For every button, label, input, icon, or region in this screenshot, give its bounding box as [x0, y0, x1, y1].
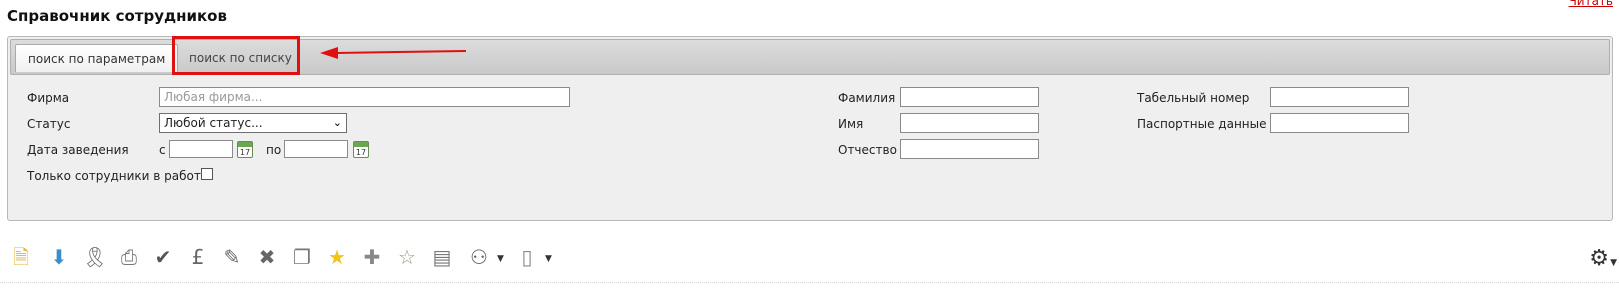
corner-link[interactable]: Читать [1569, 0, 1613, 8]
chevron-down-icon[interactable]: ▼ [1610, 258, 1617, 268]
chevron-down-icon: ⌄ [332, 116, 342, 129]
gear-icon[interactable]: ⚙ [1589, 246, 1609, 271]
first-name-input[interactable] [900, 113, 1039, 133]
patronymic-label: Отчество [838, 143, 897, 157]
firm-label: Фирма [27, 91, 70, 105]
tab-search-by-parameters[interactable]: поиск по параметрам [15, 44, 179, 72]
tab-bar: поиск по параметрам поиск по списку [10, 39, 1610, 75]
tab-number-label: Табельный номер [1137, 91, 1250, 105]
page-title: Справочник сотрудников [7, 7, 227, 25]
first-name-label: Имя [838, 117, 864, 131]
surname-input[interactable] [900, 87, 1039, 107]
date-from-label: с [159, 143, 166, 157]
tab-number-input[interactable] [1270, 87, 1409, 107]
surname-label: Фамилия [838, 91, 896, 105]
passport-input[interactable] [1270, 113, 1409, 133]
chevron-down-icon[interactable]: ▼ [545, 254, 552, 264]
card-pound-icon[interactable]: £ [185, 244, 211, 270]
award-ribbon-icon[interactable]: 🎗 [82, 244, 108, 270]
date-to-label: по [266, 143, 282, 157]
status-label: Статус [27, 117, 71, 131]
stack-icon[interactable]: ❐ [289, 244, 315, 270]
star-icon[interactable]: ★ [324, 244, 350, 270]
card-edit-icon[interactable]: ✎ [219, 244, 245, 270]
active-only-label: Только сотрудники в работе [27, 169, 209, 183]
date-to-input[interactable] [284, 140, 348, 158]
star-add-icon[interactable]: ✚ [359, 244, 385, 270]
tab-search-by-list[interactable]: поиск по списку [177, 44, 304, 72]
calendar-icon[interactable]: 17 [237, 141, 253, 158]
star-remove-icon[interactable]: ☆ [394, 244, 420, 270]
patronymic-input[interactable] [900, 139, 1039, 159]
annotation-arrow-icon [320, 47, 467, 59]
users-dropdown-icon[interactable]: ⚇ [466, 244, 492, 270]
date-created-label: Дата заведения [27, 143, 129, 157]
document-dropdown-icon[interactable]: ▯ [514, 244, 540, 270]
status-select-value: Любой статус... [164, 116, 263, 130]
chevron-down-icon[interactable]: ▼ [497, 254, 504, 264]
new-document-icon[interactable]: 🗎 [8, 244, 34, 270]
active-only-checkbox[interactable] [201, 168, 213, 180]
download-icon[interactable]: ⬇ [46, 244, 72, 270]
status-select[interactable]: Любой статус... ⌄ [159, 113, 347, 133]
firm-input[interactable] [159, 87, 570, 107]
divider [0, 282, 1619, 283]
award-check-icon[interactable]: ✔ [150, 244, 176, 270]
passport-label: Паспортные данные [1137, 117, 1267, 131]
date-from-input[interactable] [169, 140, 233, 158]
print-icon[interactable]: ⎙ [116, 244, 142, 270]
card-delete-icon[interactable]: ✖ [254, 244, 280, 270]
cards-icon[interactable]: ▤ [429, 244, 455, 270]
calendar-icon[interactable]: 17 [353, 141, 369, 158]
